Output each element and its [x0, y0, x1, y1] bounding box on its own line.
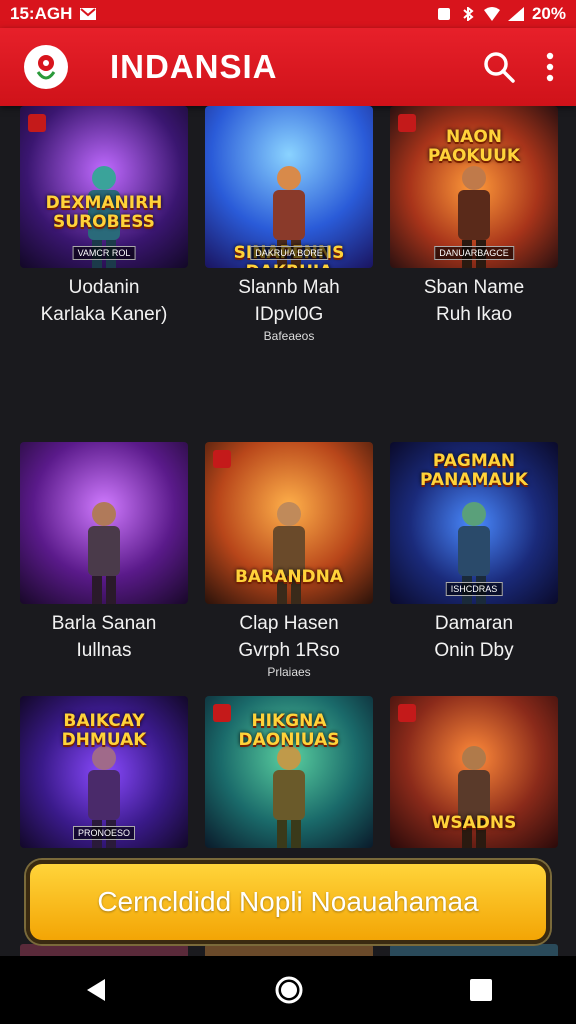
hero-figure [273, 746, 305, 848]
game-art-title: DEXMANIRH SUROBESS [45, 193, 163, 232]
game-title-line1: Clap Hasen [239, 613, 339, 634]
game-art-title: BAIKCAY DHMUAK [61, 711, 147, 750]
game-card[interactable]: BARANDNA Clap Hasen Gvrph 1Rso Prlaiaes [205, 442, 373, 680]
game-art-badge: PRONOESO [72, 826, 136, 840]
game-art-title: HIKGNA DAONIUAS [238, 711, 340, 750]
game-title-line2: Iullnas [76, 640, 132, 661]
game-thumbnail[interactable]: HIKGNA DAONIUAS [205, 696, 373, 848]
primary-action-button[interactable]: Cerncldidd Nopli Noauahamaa [26, 860, 550, 944]
more-vert-icon[interactable] [546, 52, 554, 82]
bluetooth-icon [463, 7, 474, 21]
system-nav-bar [0, 956, 576, 1024]
game-art-title: WSADNS [431, 813, 517, 833]
next-row-thumbnail [20, 944, 188, 956]
home-icon[interactable] [274, 975, 304, 1005]
game-art-title: NAON PAOKUUK [427, 127, 521, 166]
battery-level: 20% [531, 4, 566, 23]
badge-icon [213, 450, 231, 468]
game-title-line2: Karlaka Kaner) [40, 304, 168, 325]
game-card[interactable]: Barla Sanan Iullnas [20, 442, 188, 664]
back-icon[interactable] [83, 977, 109, 1003]
game-card[interactable]: WSADNS [390, 696, 558, 848]
game-title-line2: Gvrph 1Rso [238, 640, 340, 661]
signal-icon [507, 7, 524, 21]
app-logo[interactable] [24, 45, 68, 89]
game-thumbnail[interactable]: PAGMAN PANAMAUK ISHCDRAS [390, 442, 558, 604]
hero-figure [273, 502, 305, 604]
game-title-line3: Bafeaeos [263, 329, 315, 343]
game-card[interactable]: NAON PAOKUUK DANUARBAGCE Sban Name Ruh Ik… [390, 106, 558, 328]
game-title-line1: Uodanin [68, 277, 140, 298]
game-card[interactable]: SINAPENNSDAKRUIA DAKRUIA BORE Slannb Mah… [205, 106, 373, 344]
search-icon[interactable] [482, 50, 516, 84]
game-title-line2: Onin Dby [434, 640, 514, 661]
game-title-line2: Ruh Ikao [435, 304, 513, 325]
gmail-icon [80, 8, 97, 20]
next-row-thumbnail [390, 944, 558, 956]
game-thumbnail[interactable] [20, 442, 188, 604]
status-time: 15:AGH [10, 4, 73, 23]
game-thumbnail[interactable]: DEXMANIRH SUROBESS VAMCR ROL [20, 106, 188, 268]
game-title-line3: Prlaiaes [267, 665, 311, 679]
next-row-thumbnail [205, 944, 373, 956]
app-logo-icon [36, 55, 56, 80]
game-thumbnail[interactable]: NAON PAOKUUK DANUARBAGCE [390, 106, 558, 268]
app-title: INDANSIA [110, 48, 278, 85]
game-title-line1: Barla Sanan [51, 613, 157, 634]
game-art-title: BARANDNA [234, 567, 344, 587]
game-art-title: PAGMAN PANAMAUK [420, 451, 528, 490]
recents-icon[interactable] [469, 978, 493, 1002]
game-title-line1: Damaran [434, 613, 514, 634]
game-thumbnail[interactable]: BAIKCAY DHMUAK PRONOESO [20, 696, 188, 848]
game-title-line1: Sban Name [423, 277, 525, 298]
app-bar: INDANSIA [0, 28, 576, 106]
game-card[interactable]: PAGMAN PANAMAUK ISHCDRAS Damaran Onin Dby [390, 442, 558, 664]
game-card[interactable]: BAIKCAY DHMUAK PRONOESO [20, 696, 188, 848]
hero-figure [88, 502, 120, 604]
game-thumbnail[interactable]: BARANDNA [205, 442, 373, 604]
notification-icon [437, 8, 450, 20]
badge-icon [398, 704, 416, 722]
game-art-badge: VAMCR ROL [72, 246, 136, 260]
game-art-badge: DANUARBAGCE [434, 246, 514, 260]
game-thumbnail[interactable]: SINAPENNSDAKRUIA DAKRUIA BORE [205, 106, 373, 268]
status-bar: 15:AGH 20% [0, 0, 576, 28]
game-card[interactable]: DEXMANIRH SUROBESS VAMCR ROL Uodanin Karl… [20, 106, 188, 328]
game-title-line2: IDpvl0G [254, 304, 324, 325]
game-art-badge: DAKRUIA BORE [250, 246, 328, 260]
game-thumbnail[interactable]: WSADNS [390, 696, 558, 848]
game-art-badge: ISHCDRAS [445, 582, 503, 596]
game-title-line1: Slannb Mah [238, 277, 340, 298]
wifi-icon [483, 7, 500, 21]
badge-icon [28, 114, 46, 132]
game-card[interactable]: HIKGNA DAONIUAS [205, 696, 373, 848]
